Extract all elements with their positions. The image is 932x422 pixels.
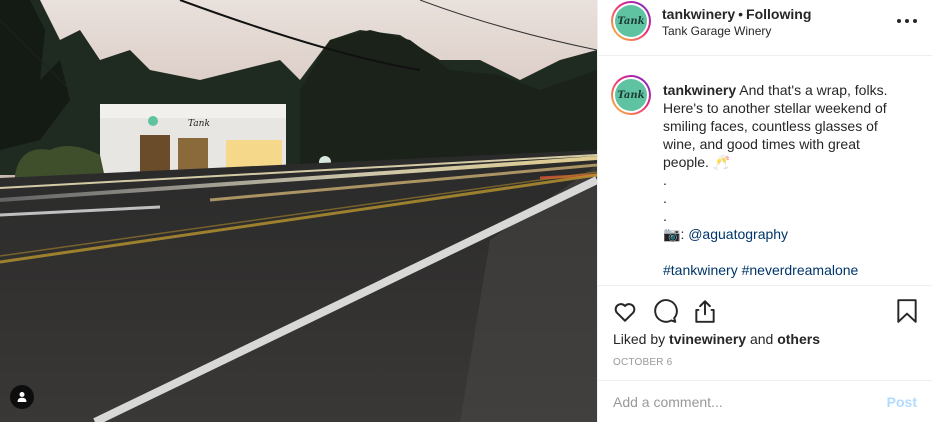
- post-comment-button[interactable]: Post: [887, 394, 917, 410]
- more-dot-icon: [897, 19, 901, 23]
- add-comment-bar: Post: [598, 380, 932, 422]
- photographer-mention-link[interactable]: @aguatography: [688, 226, 788, 242]
- likes-summary: Liked by tvinewinery and others: [613, 331, 820, 347]
- camera-emoji: 📷: [663, 226, 681, 242]
- credit-colon: :: [680, 226, 685, 242]
- location-link[interactable]: Tank Garage Winery: [662, 24, 771, 38]
- more-dot-icon: [905, 19, 909, 23]
- photo-scene: Tank: [0, 0, 597, 422]
- liked-by-prefix: Liked by: [613, 331, 666, 347]
- likes-connector: and: [749, 331, 774, 347]
- heart-icon[interactable]: [612, 298, 638, 324]
- more-dot-icon: [913, 19, 917, 23]
- person-icon: [17, 392, 27, 402]
- hashtag-link[interactable]: #tankwinery: [663, 262, 738, 278]
- liker-username-link[interactable]: tvinewinery: [669, 331, 746, 347]
- author-line: tankwinery • Following: [662, 6, 811, 22]
- post-date[interactable]: OCTOBER 6: [613, 357, 672, 368]
- caption-dot: .: [663, 208, 667, 224]
- bookmark-icon[interactable]: [894, 298, 920, 324]
- tank-logo: Tank: [615, 5, 647, 37]
- post-caption: tankwinery And that's a wrap, folks. Her…: [663, 81, 903, 279]
- more-options-button[interactable]: [897, 14, 917, 28]
- author-username-link[interactable]: tankwinery: [662, 6, 735, 22]
- post-header: Tank tankwinery • Following Tank Garage Wi…: [598, 0, 932, 56]
- tagged-users-button[interactable]: [10, 385, 34, 409]
- post-photo[interactable]: Tank: [0, 0, 597, 422]
- action-bar: [598, 285, 932, 333]
- svg-text:Tank: Tank: [188, 119, 210, 129]
- share-icon[interactable]: [692, 298, 718, 324]
- caption-dot: .: [663, 190, 667, 206]
- likes-others-link[interactable]: others: [777, 331, 820, 347]
- post-side-panel: Tank tankwinery • Following Tank Garage Wi…: [597, 0, 932, 422]
- comment-input[interactable]: [613, 391, 863, 413]
- comments-section[interactable]: Tank tankwinery And that's a wrap, folks…: [598, 57, 932, 285]
- caption-avatar[interactable]: Tank: [611, 75, 651, 115]
- caption-username-link[interactable]: tankwinery: [663, 82, 736, 98]
- separator-dot: •: [738, 6, 744, 22]
- caption-dot: .: [663, 172, 667, 188]
- tank-logo: Tank: [615, 79, 647, 111]
- speech-bubble-icon[interactable]: [652, 298, 678, 324]
- author-avatar[interactable]: Tank: [611, 1, 651, 41]
- hashtag-link[interactable]: #neverdreamalone: [742, 262, 859, 278]
- following-button[interactable]: Following: [746, 6, 811, 22]
